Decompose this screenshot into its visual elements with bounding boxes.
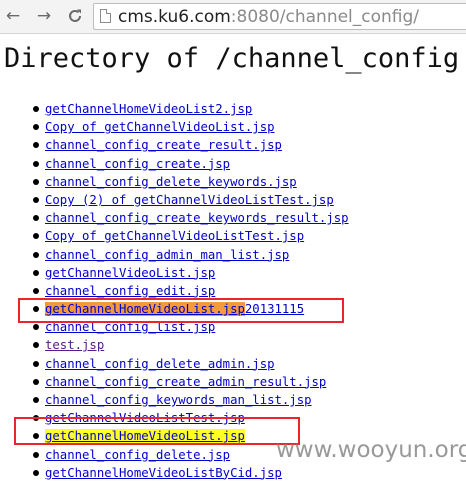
- file-name: channel_config_create_admin_result.jsp: [45, 374, 327, 389]
- file-link[interactable]: Copy of getChannelVideoListTest.jsp: [45, 227, 304, 245]
- file-name: getChannelHomeVideoListByCid.jsp: [45, 465, 282, 480]
- bullet-icon: [33, 178, 39, 185]
- bullet-icon: [33, 342, 39, 349]
- file-name: channel_config_delete_admin.jsp: [45, 356, 275, 371]
- file-link[interactable]: channel_config_create_keywords_result.js…: [45, 209, 349, 227]
- url-path: :8080/channel_config/: [230, 7, 420, 27]
- bullet-icon: [33, 106, 39, 112]
- file-link[interactable]: channel_config_create.jsp: [45, 155, 230, 173]
- bullet-icon: [33, 287, 39, 294]
- file-link[interactable]: Copy (2) of getChannelVideoListTest.jsp: [45, 191, 334, 209]
- bullet-icon: [33, 251, 39, 258]
- file-name: channel_config_create.jsp: [45, 156, 231, 171]
- bullet-icon: [33, 142, 39, 149]
- address-bar[interactable]: cms.ku6.com:8080/channel_config/: [93, 3, 466, 30]
- file-link[interactable]: Copy of getChannelVideoList.jsp: [45, 118, 275, 136]
- file-link[interactable]: test.jsp: [45, 336, 104, 354]
- file-name: channel_config_delete_keywords.jsp: [45, 174, 297, 189]
- file-name: getChannelVideoList.jsp: [45, 265, 216, 280]
- annotation-box-yellow-item: [14, 417, 300, 445]
- file-name: getChannelHomeVideoList2.jsp: [45, 102, 253, 116]
- bullet-icon: [33, 269, 39, 276]
- bullet-icon: [33, 360, 39, 367]
- bullet-icon: [33, 160, 39, 167]
- file-name: Copy of getChannelVideoListTest.jsp: [45, 229, 305, 244]
- file-link[interactable]: channel_config_create_admin_result.jsp: [45, 373, 326, 391]
- page-icon: [100, 9, 111, 23]
- file-name: channel_config_edit.jsp: [45, 283, 216, 298]
- file-link[interactable]: getChannelHomeVideoList2.jsp: [45, 100, 252, 118]
- browser-toolbar: ← → cms.ku6.com:8080/channel_config/: [0, 0, 466, 34]
- reload-icon[interactable]: [66, 7, 84, 25]
- file-name: channel_config_delete.jsp: [45, 447, 231, 462]
- file-link[interactable]: channel_config_admin_man_list.jsp: [45, 246, 289, 264]
- bullet-icon: [33, 124, 39, 131]
- file-link[interactable]: channel_config_create_result.jsp: [45, 136, 282, 154]
- file-link[interactable]: channel_config_delete.jsp: [45, 446, 230, 464]
- file-link[interactable]: channel_config_delete_admin.jsp: [45, 355, 275, 373]
- file-link[interactable]: channel_config_keywords_man_list.jsp: [45, 391, 312, 409]
- file-link[interactable]: channel_config_delete_keywords.jsp: [45, 173, 297, 191]
- bullet-icon: [33, 378, 39, 385]
- file-name: channel_config_keywords_man_list.jsp: [45, 393, 312, 407]
- forward-arrow-icon[interactable]: →: [35, 7, 53, 25]
- bullet-icon: [33, 451, 39, 458]
- url-text[interactable]: cms.ku6.com:8080/channel_config/: [118, 6, 419, 28]
- bullet-icon: [33, 233, 39, 240]
- url-host: cms.ku6.com: [118, 7, 231, 27]
- bullet-icon: [33, 196, 39, 203]
- file-link[interactable]: getChannelHomeVideoListByCid.jsp: [45, 464, 282, 482]
- page-title: Directory of /channel_config: [4, 43, 460, 74]
- file-name: channel_config_create_result.jsp: [45, 138, 282, 153]
- bullet-icon: [33, 324, 39, 331]
- file-name: test.jsp: [45, 338, 105, 353]
- annotation-box-orange-item: [18, 298, 344, 323]
- file-name: Copy of getChannelVideoList.jsp: [45, 120, 275, 135]
- bullet-icon: [33, 469, 39, 476]
- file-name: channel_config_create_keywords_result.js…: [45, 211, 349, 226]
- file-name: Copy (2) of getChannelVideoListTest.jsp: [45, 192, 334, 207]
- file-name: channel_config_admin_man_list.jsp: [45, 247, 290, 262]
- file-link[interactable]: getChannelVideoList.jsp: [45, 264, 215, 282]
- bullet-icon: [33, 215, 39, 222]
- watermark: www.wooyun.org: [276, 437, 466, 463]
- bullet-icon: [33, 397, 39, 403]
- back-arrow-icon[interactable]: ←: [4, 7, 22, 25]
